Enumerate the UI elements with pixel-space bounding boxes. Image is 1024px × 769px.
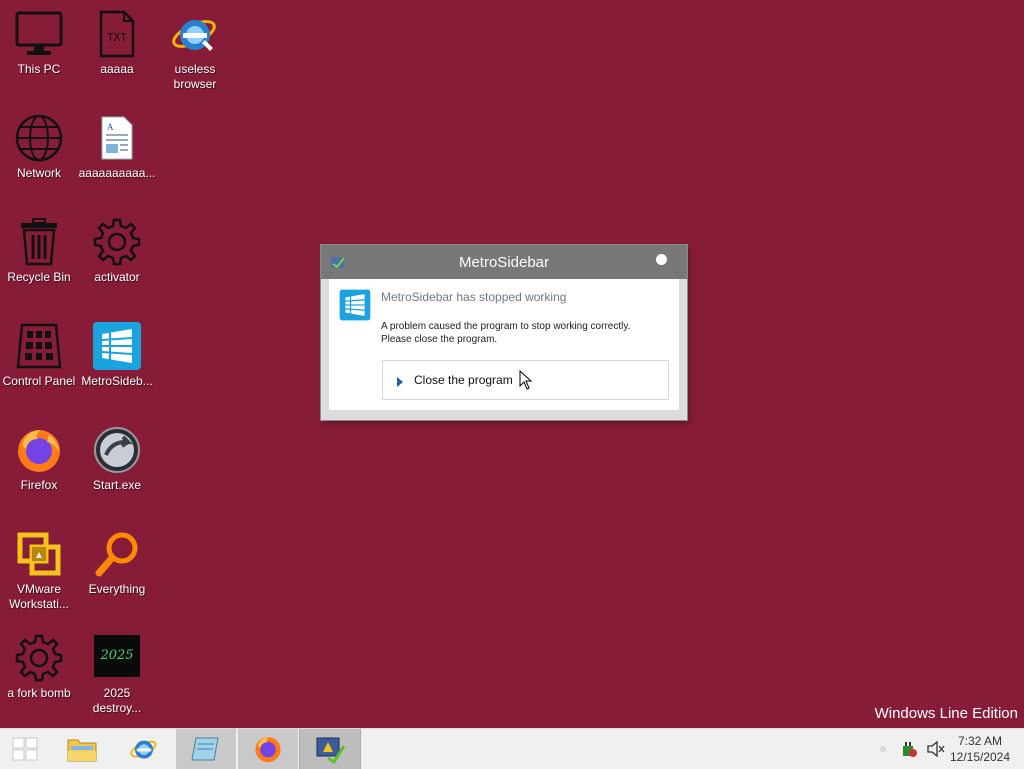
desktop-icon-this-pc[interactable]: This PC bbox=[0, 4, 78, 104]
error-report-icon bbox=[316, 737, 346, 764]
desktop-icon-start-exe[interactable]: Start.exe bbox=[78, 420, 156, 520]
dialog-message-line: Please close the program. bbox=[381, 334, 498, 345]
desktop-icon-control-panel[interactable]: Control Panel bbox=[0, 316, 78, 416]
close-program-label: Close the program bbox=[414, 373, 513, 387]
desktop-icon-recycle-bin[interactable]: Recycle Bin bbox=[0, 212, 78, 312]
desktop-icon-label: activator bbox=[94, 270, 140, 284]
image-2025-icon: 2025 bbox=[91, 632, 143, 684]
desktop-icon-label: Network bbox=[16, 166, 61, 180]
desktop-icon-label: This PC bbox=[17, 62, 61, 76]
magnifier-icon bbox=[91, 528, 143, 580]
desktop-icon-label: MetroSideb... bbox=[81, 374, 153, 388]
desktop-icon-useless-browser[interactable]: useless browser bbox=[156, 4, 234, 104]
desktop-icon-label: aaaaa bbox=[100, 62, 134, 76]
desktop-icon-firefox[interactable]: Firefox bbox=[0, 420, 78, 520]
firefox-icon bbox=[255, 737, 281, 763]
internet-explorer-icon bbox=[130, 740, 157, 759]
desktop-icon-label: VMware Workstati... bbox=[9, 582, 69, 611]
svg-text:A: A bbox=[107, 122, 114, 132]
battery-plug-icon[interactable] bbox=[900, 740, 918, 758]
start-button[interactable] bbox=[0, 729, 50, 769]
globe-icon bbox=[13, 112, 65, 164]
desktop-icon-activator[interactable]: activator bbox=[78, 212, 156, 312]
recycle-bin-icon bbox=[13, 216, 65, 268]
close-button[interactable] bbox=[656, 254, 667, 265]
folder-icon bbox=[67, 739, 97, 762]
error-dialog: MetroSidebar MetroSidebar has stopped wo… bbox=[321, 245, 687, 420]
gear-icon bbox=[13, 632, 65, 684]
desktop-icon-label: Start.exe bbox=[92, 478, 142, 492]
taskbar: 7:32 AM 12/15/2024 bbox=[0, 728, 1024, 769]
error-app-icon bbox=[330, 255, 346, 271]
mouse-cursor-icon bbox=[519, 370, 533, 390]
desktop-icon-label: a fork bomb bbox=[7, 686, 71, 700]
taskbar-error-reporting[interactable] bbox=[299, 729, 361, 769]
dialog-body: MetroSidebar has stopped working A probl… bbox=[329, 279, 679, 410]
computer-icon bbox=[13, 8, 65, 60]
desktop-icon-label: Recycle Bin bbox=[7, 270, 71, 284]
svg-text:2025: 2025 bbox=[99, 648, 133, 663]
start-exe-icon bbox=[91, 424, 143, 476]
speaker-muted-icon[interactable] bbox=[926, 740, 946, 758]
desktop-icon-label: 2025 destroy... bbox=[92, 686, 142, 715]
control-panel-icon bbox=[13, 320, 65, 372]
dialog-message-line: A problem caused the program to stop wor… bbox=[381, 321, 631, 332]
windows-logo-icon bbox=[12, 737, 38, 761]
firefox-icon bbox=[13, 424, 65, 476]
metrosidebar-icon bbox=[91, 320, 143, 372]
dialog-message: A problem caused the program to stop wor… bbox=[381, 320, 671, 346]
desktop-icon-label: Everything bbox=[88, 582, 146, 596]
vmware-icon: ▲ bbox=[13, 528, 65, 580]
desktop-icon-everything[interactable]: Everything bbox=[78, 524, 156, 624]
svg-text:TXT: TXT bbox=[107, 31, 127, 44]
desktop-icon-fork-bomb[interactable]: a fork bomb bbox=[0, 628, 78, 728]
notepad-icon bbox=[191, 737, 219, 761]
document-icon: A bbox=[91, 112, 143, 164]
dialog-titlebar[interactable]: MetroSidebar bbox=[321, 245, 687, 279]
desktop-icon-2025[interactable]: 2025 2025 destroy... bbox=[78, 628, 156, 728]
taskbar-file-explorer[interactable] bbox=[52, 729, 112, 769]
system-tray: 7:32 AM 12/15/2024 bbox=[864, 729, 1024, 769]
desktop-icon-vmware[interactable]: ▲ VMware Workstati... bbox=[0, 524, 78, 624]
internet-explorer-icon bbox=[169, 8, 221, 60]
desktop-icon-label: aaaaaaaaaa... bbox=[78, 166, 156, 180]
clock[interactable]: 7:32 AM 12/15/2024 bbox=[944, 733, 1016, 765]
desktop-icon-label: useless browser bbox=[173, 62, 217, 91]
taskbar-firefox[interactable] bbox=[238, 729, 298, 769]
arrow-right-icon bbox=[397, 377, 403, 387]
taskbar-internet-explorer[interactable] bbox=[114, 729, 174, 769]
dialog-title: MetroSidebar bbox=[458, 253, 550, 271]
gear-icon bbox=[91, 216, 143, 268]
desktop-icon-label: Control Panel bbox=[2, 374, 76, 388]
desktop-icon-metrosidebar[interactable]: MetroSideb... bbox=[78, 316, 156, 416]
edition-watermark: Windows Line Edition bbox=[874, 705, 1018, 722]
desktop-icon-aaaaa[interactable]: TXT aaaaa bbox=[78, 4, 156, 104]
clock-time: 7:32 AM bbox=[957, 734, 1003, 748]
tray-overflow-icon[interactable] bbox=[880, 746, 886, 752]
svg-text:▲: ▲ bbox=[34, 550, 44, 561]
desktop-icon-document[interactable]: A aaaaaaaaaa... bbox=[78, 108, 156, 208]
clock-date: 12/15/2024 bbox=[949, 750, 1011, 764]
desktop-icon-network[interactable]: Network bbox=[0, 108, 78, 208]
dialog-heading: MetroSidebar has stopped working bbox=[381, 290, 567, 304]
txt-file-icon: TXT bbox=[91, 8, 143, 60]
desktop-icon-label: Firefox bbox=[20, 478, 58, 492]
taskbar-notepad[interactable] bbox=[176, 729, 236, 769]
metrosidebar-icon bbox=[339, 289, 371, 321]
